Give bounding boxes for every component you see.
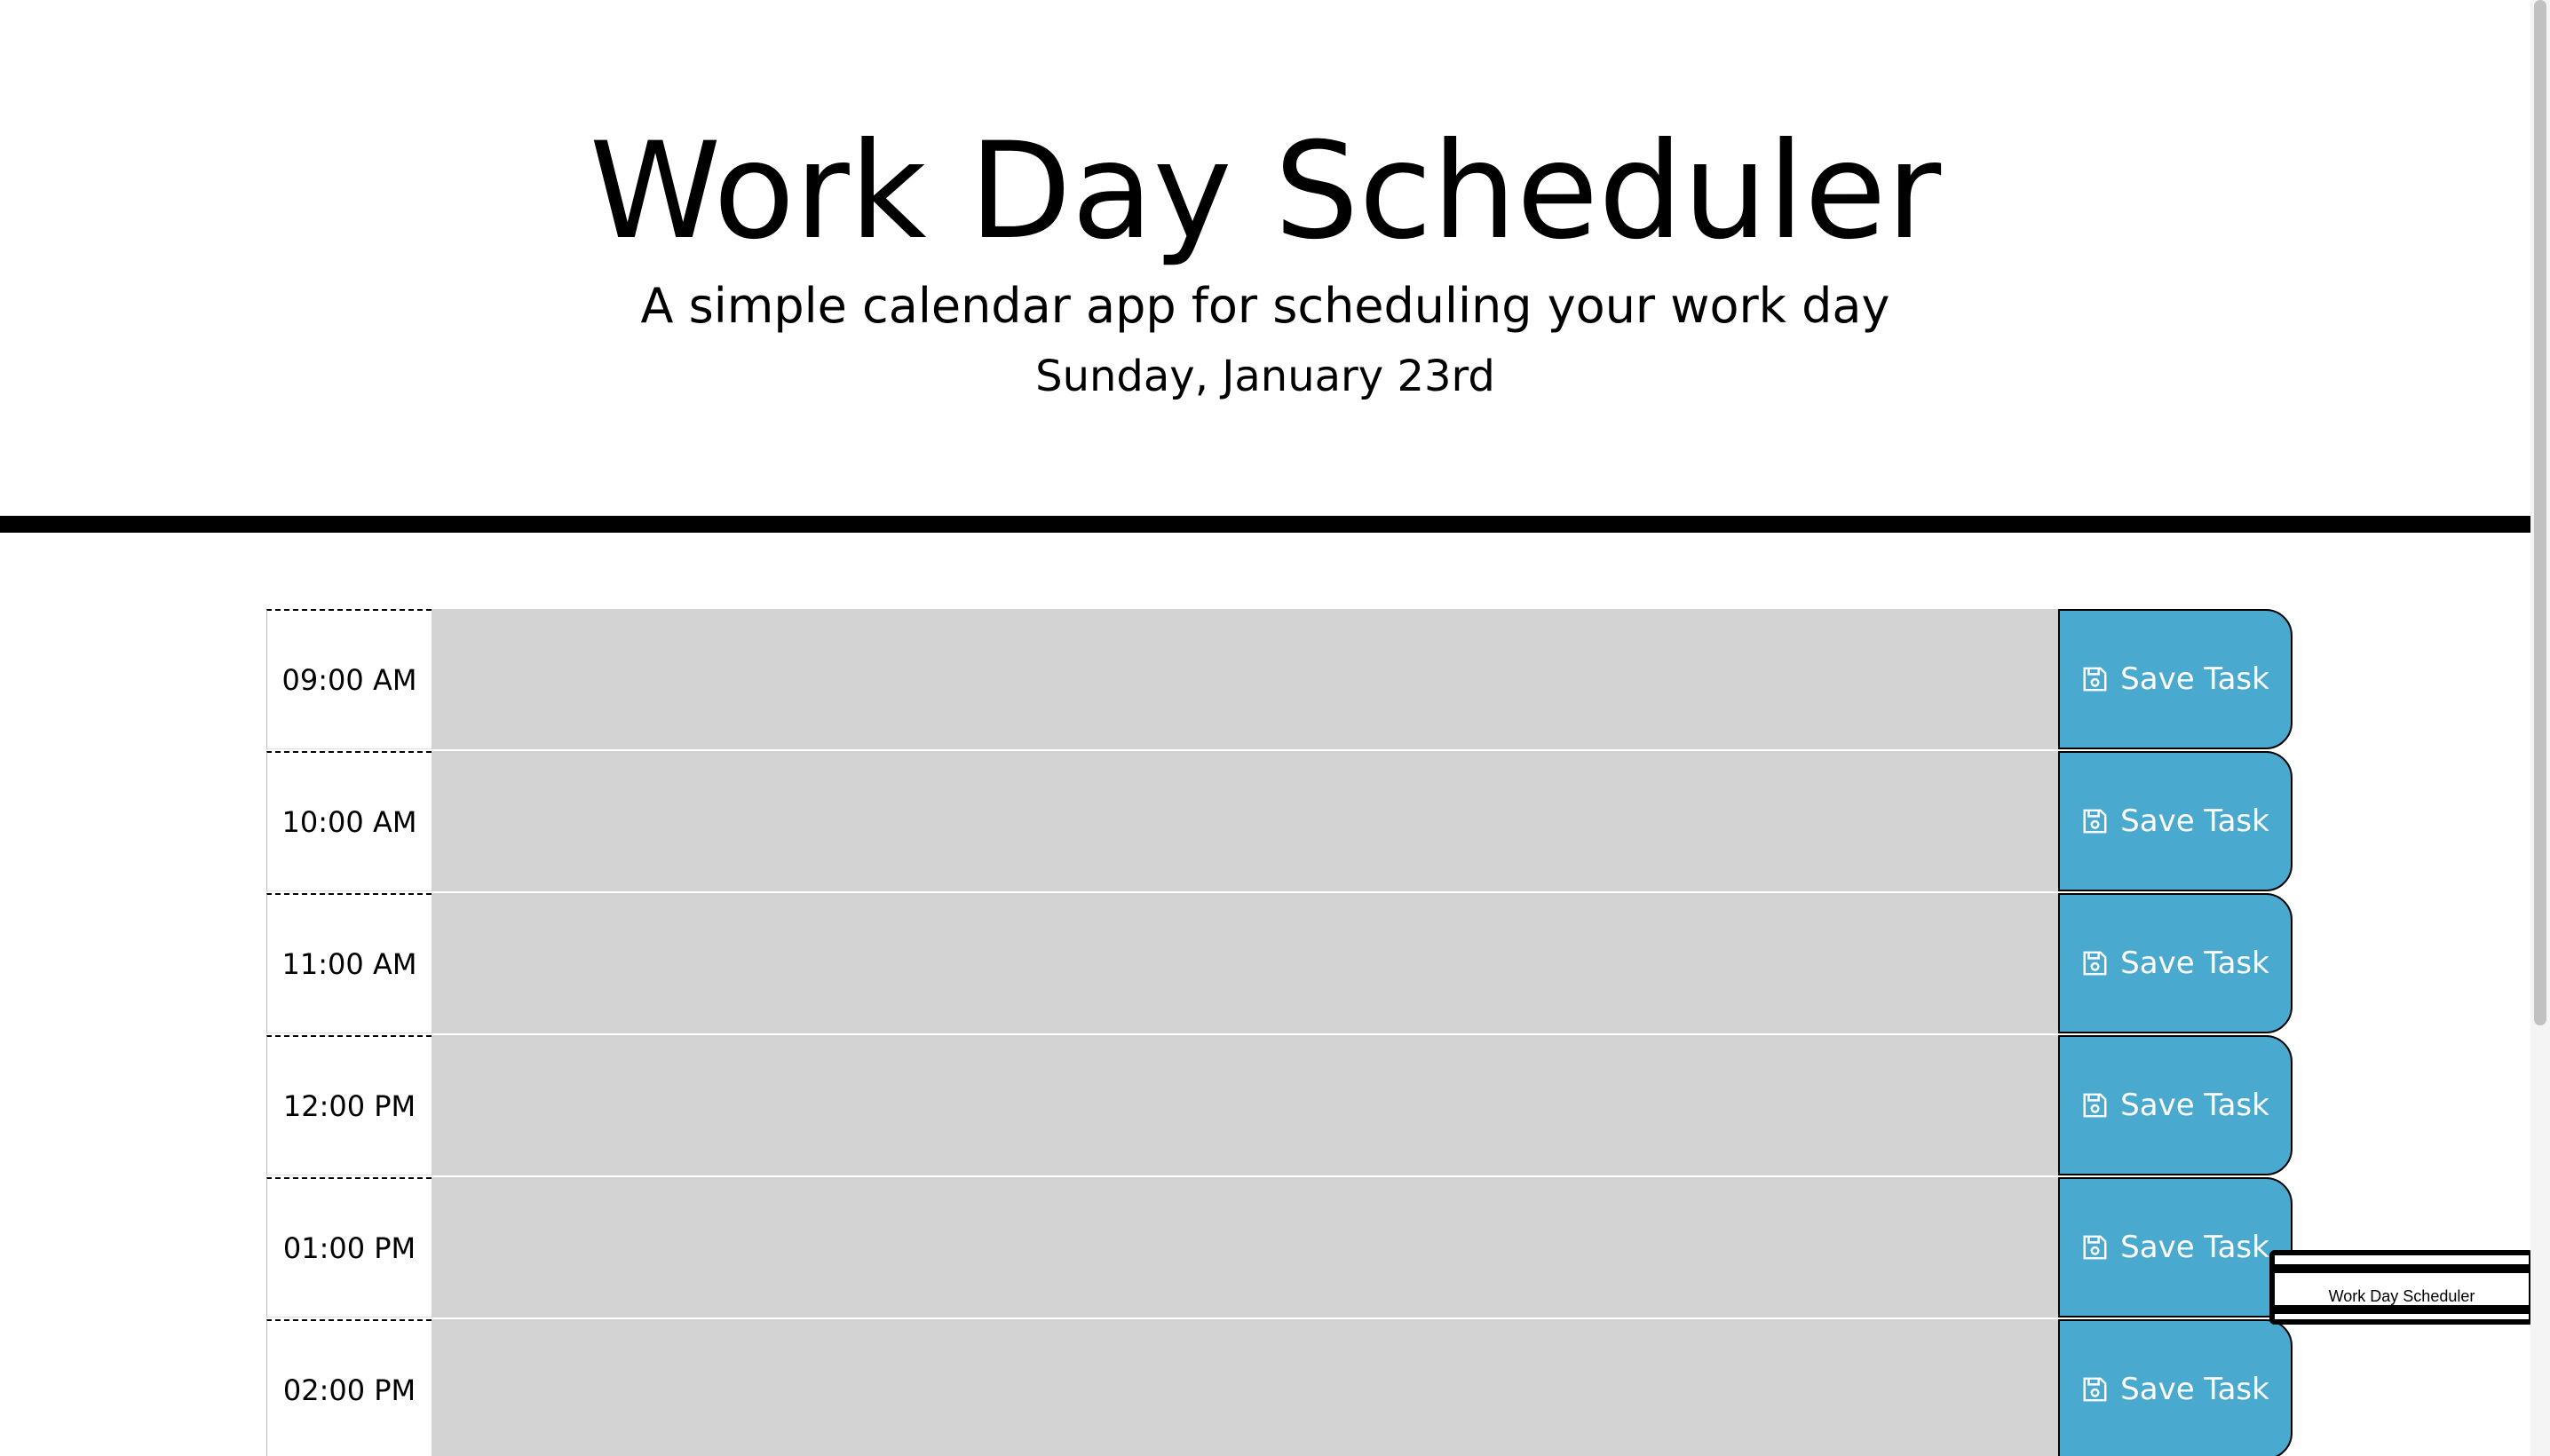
timeblock-hour: 01:00 PM [266,1177,432,1318]
floppy-disk-icon [2083,1093,2107,1118]
floppy-disk-icon [2083,1235,2107,1260]
timeblock-hour: 02:00 PM [266,1319,432,1456]
save-task-button[interactable]: Save Task [2058,893,2293,1033]
task-input[interactable] [432,893,2058,1033]
window-thumbnail-overlay[interactable]: Work Day Scheduler [2269,1250,2534,1325]
timeblock-hour: 11:00 AM [266,893,432,1033]
save-task-button[interactable]: Save Task [2058,1177,2293,1318]
current-day: Sunday, January 23rd [1035,352,1495,401]
floppy-disk-icon [2083,667,2107,692]
task-input[interactable] [432,609,2058,749]
thumbnail-preview: Work Day Scheduler [2275,1255,2529,1319]
floppy-disk-icon [2083,951,2107,976]
timeblock-hour: 12:00 PM [266,1035,432,1175]
thumbnail-top-rule [2275,1264,2529,1273]
save-task-button[interactable]: Save Task [2058,1319,2293,1456]
save-task-label: Save Task [2120,803,2269,839]
timeblock-row: 09:00 AM Save Task [266,609,2293,749]
save-task-label: Save Task [2120,1088,2269,1123]
timeblock-row: 02:00 PM Save Task [266,1319,2293,1456]
header: Work Day Scheduler A simple calendar app… [0,0,2530,533]
task-input[interactable] [432,751,2058,891]
save-task-label: Save Task [2120,1230,2269,1265]
timeblock-row: 12:00 PM Save Task [266,1035,2293,1175]
scrollbar-thumb[interactable] [2534,0,2546,1025]
floppy-disk-icon [2083,809,2107,834]
save-task-button[interactable]: Save Task [2058,609,2293,749]
timeblock-hour: 10:00 AM [266,751,432,891]
timeblock-row: 11:00 AM Save Task [266,893,2293,1033]
task-input[interactable] [432,1035,2058,1175]
page: Work Day Scheduler A simple calendar app… [0,0,2550,1456]
save-task-label: Save Task [2120,1372,2269,1407]
save-task-label: Save Task [2120,946,2269,981]
save-task-label: Save Task [2120,661,2269,697]
task-input[interactable] [432,1177,2058,1318]
thumbnail-bottom-rule [2275,1305,2529,1314]
page-subtitle: A simple calendar app for scheduling you… [640,278,1890,334]
save-task-button[interactable]: Save Task [2058,1035,2293,1175]
save-task-button[interactable]: Save Task [2058,751,2293,891]
task-input[interactable] [432,1319,2058,1456]
timeblock-list: 09:00 AM Save Task 10:00 AM Save Task 11… [266,609,2293,1456]
timeblock-row: 10:00 AM Save Task [266,751,2293,891]
timeblock-row: 01:00 PM Save Task [266,1177,2293,1318]
vertical-scrollbar[interactable] [2530,0,2550,1456]
page-title: Work Day Scheduler [589,115,1942,269]
floppy-disk-icon [2083,1377,2107,1402]
thumbnail-label: Work Day Scheduler [2328,1287,2475,1305]
timeblock-hour: 09:00 AM [266,609,432,749]
